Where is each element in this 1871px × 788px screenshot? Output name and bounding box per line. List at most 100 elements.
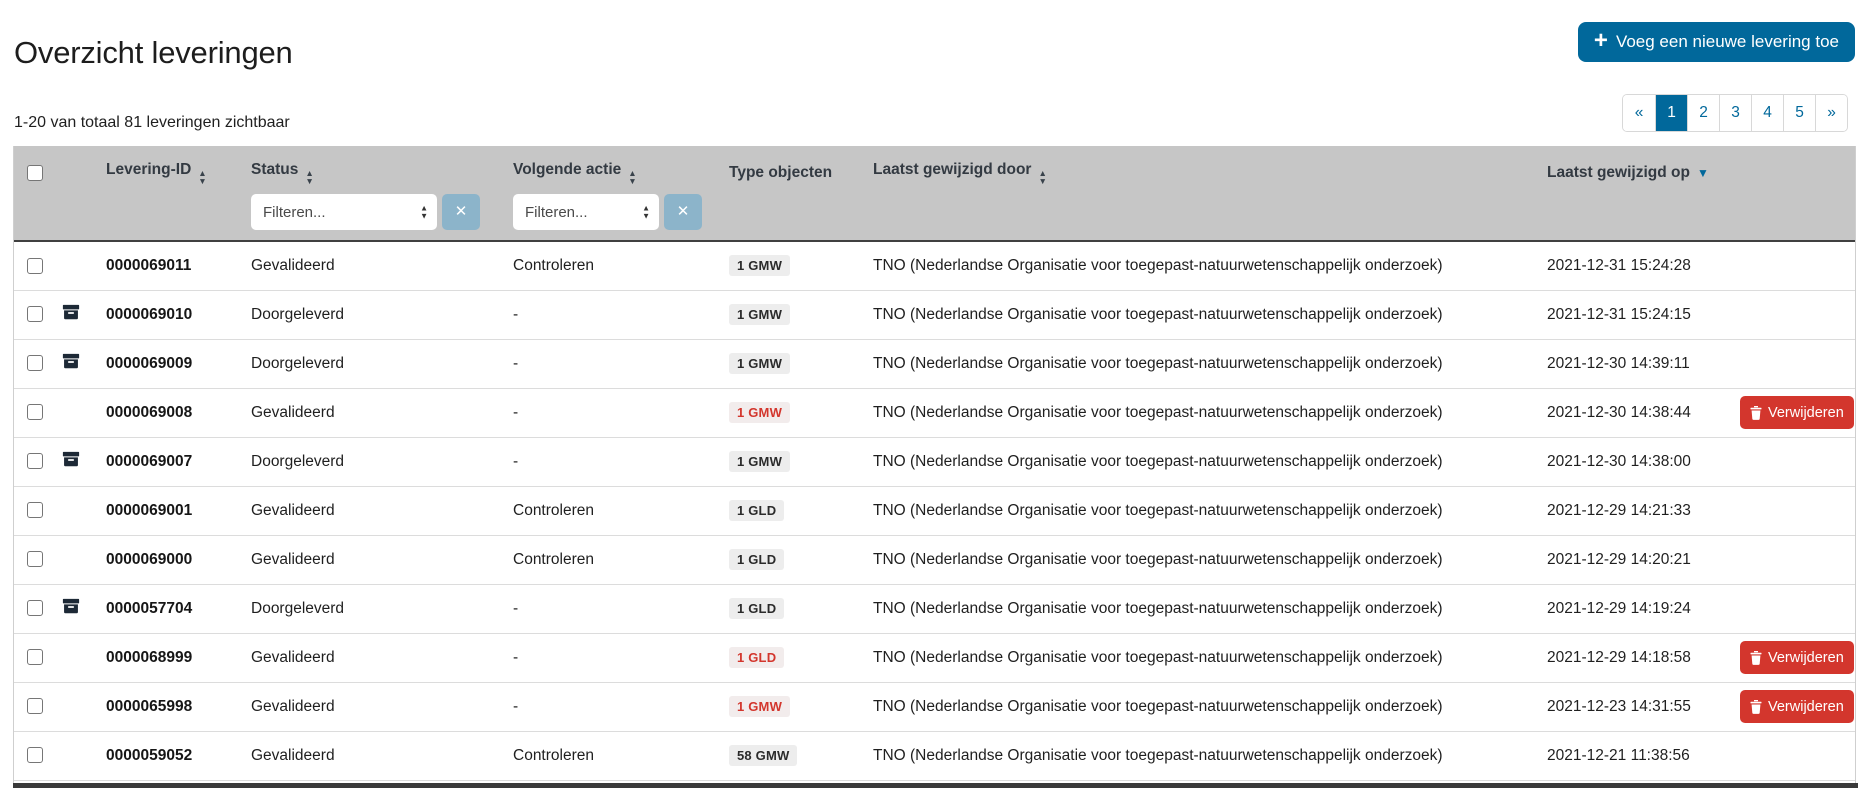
row-checkbox[interactable]: [27, 453, 43, 469]
status-filter-select[interactable]: Filteren...: [251, 194, 437, 230]
table-header: Levering-ID▲▼ Status▲▼ Volgende actie▲▼ …: [14, 146, 1856, 241]
volgende-actie-cell: -: [501, 290, 717, 339]
laatst-gewijzigd-op-cell: 2021-12-31 15:24:15: [1535, 290, 1740, 339]
row-checkbox[interactable]: [27, 747, 43, 763]
table-row: 0000069000 Gevalideerd Controleren 1 GLD…: [14, 535, 1856, 584]
column-type-objecten: Type objecten: [717, 146, 861, 194]
trash-icon: [1750, 406, 1762, 420]
laatst-gewijzigd-op-cell: 2021-12-29 14:18:58: [1535, 633, 1740, 682]
table-body: 0000069011 Gevalideerd Controleren 1 GMW…: [14, 241, 1856, 780]
laatst-gewijzigd-door-cell: TNO (Nederlandse Organisatie voor toegep…: [861, 535, 1535, 584]
pagination-page-3[interactable]: 3: [1719, 95, 1751, 131]
type-objecten-badge: 1 GMW: [729, 451, 790, 472]
levering-id-cell: 0000057704: [94, 584, 239, 633]
pagination-page-1[interactable]: 1: [1655, 95, 1687, 131]
pagination-page-2[interactable]: 2: [1687, 95, 1719, 131]
laatst-gewijzigd-door-cell: TNO (Nederlandse Organisatie voor toegep…: [861, 486, 1535, 535]
volgende-actie-filter-select[interactable]: Filteren...: [513, 194, 659, 230]
laatst-gewijzigd-door-cell: TNO (Nederlandse Organisatie voor toegep…: [861, 633, 1535, 682]
column-laatst-gewijzigd-op[interactable]: Laatst gewijzigd op▼: [1535, 146, 1740, 194]
status-cell: Doorgeleverd: [239, 584, 501, 633]
add-levering-label: Voeg een nieuwe levering toe: [1616, 32, 1839, 52]
volgende-actie-cell: -: [501, 682, 717, 731]
table-row: 0000069001 Gevalideerd Controleren 1 GLD…: [14, 486, 1856, 535]
levering-id-cell: 0000069008: [94, 388, 239, 437]
pagination: «12345»: [1622, 94, 1848, 132]
plus-icon: +: [1594, 29, 1608, 53]
type-objecten-badge: 1 GMW: [729, 353, 790, 374]
pagination-next[interactable]: »: [1815, 95, 1847, 131]
delete-button[interactable]: Verwijderen: [1740, 396, 1854, 429]
laatst-gewijzigd-op-cell: 2021-12-23 14:31:55: [1535, 682, 1740, 731]
row-checkbox[interactable]: [27, 698, 43, 714]
levering-id-cell: 0000069010: [94, 290, 239, 339]
row-checkbox[interactable]: [27, 649, 43, 665]
table-row: 0000057704 Doorgeleverd - 1 GLD TNO (Ned…: [14, 584, 1856, 633]
archive-box-icon: [62, 451, 80, 467]
status-filter-clear-button[interactable]: ✕: [442, 194, 480, 230]
row-checkbox[interactable]: [27, 502, 43, 518]
up-down-sort-icon: ▲▼: [1038, 169, 1046, 185]
archive-box-icon: [62, 304, 80, 320]
volgende-actie-cell: -: [501, 339, 717, 388]
delete-button[interactable]: Verwijderen: [1740, 690, 1854, 723]
type-objecten-badge: 1 GLD: [729, 549, 784, 570]
column-status[interactable]: Status▲▼: [239, 146, 501, 194]
table-row: 0000069008 Gevalideerd - 1 GMW TNO (Nede…: [14, 388, 1856, 437]
select-all-checkbox[interactable]: [27, 165, 43, 181]
levering-id-cell: 0000059052: [94, 731, 239, 780]
table-row: 0000065998 Gevalideerd - 1 GMW TNO (Nede…: [14, 682, 1856, 731]
status-cell: Gevalideerd: [239, 486, 501, 535]
status-cell: Doorgeleverd: [239, 290, 501, 339]
row-checkbox[interactable]: [27, 306, 43, 322]
laatst-gewijzigd-op-cell: 2021-12-29 14:19:24: [1535, 584, 1740, 633]
pagination-page-5[interactable]: 5: [1783, 95, 1815, 131]
up-down-sort-icon: ▲▼: [198, 169, 206, 185]
pagination-page-4[interactable]: 4: [1751, 95, 1783, 131]
archive-box-icon: [62, 598, 80, 614]
volgende-actie-cell: Controleren: [501, 731, 717, 780]
trash-icon: [1750, 651, 1762, 665]
type-objecten-badge: 1 GMW: [729, 304, 790, 325]
status-cell: Gevalideerd: [239, 388, 501, 437]
results-summary: 1-20 van totaal 81 leveringen zichtbaar: [14, 114, 290, 132]
row-checkbox[interactable]: [27, 355, 43, 371]
laatst-gewijzigd-op-cell: 2021-12-29 14:20:21: [1535, 535, 1740, 584]
levering-id-cell: 0000069007: [94, 437, 239, 486]
trash-icon: [1750, 700, 1762, 714]
volgende-actie-filter-clear-button[interactable]: ✕: [664, 194, 702, 230]
column-laatst-gewijzigd-door[interactable]: Laatst gewijzigd door▲▼: [861, 146, 1535, 194]
column-volgende-actie[interactable]: Volgende actie▲▼: [501, 146, 717, 194]
laatst-gewijzigd-op-cell: 2021-12-21 11:38:56: [1535, 731, 1740, 780]
laatst-gewijzigd-door-cell: TNO (Nederlandse Organisatie voor toegep…: [861, 290, 1535, 339]
levering-id-cell: 0000065998: [94, 682, 239, 731]
pagination-prev[interactable]: «: [1623, 95, 1655, 131]
type-objecten-badge: 1 GMW: [729, 255, 790, 276]
status-cell: Gevalideerd: [239, 535, 501, 584]
laatst-gewijzigd-door-cell: TNO (Nederlandse Organisatie voor toegep…: [861, 731, 1535, 780]
levering-id-cell: 0000069009: [94, 339, 239, 388]
delete-button[interactable]: Verwijderen: [1740, 641, 1854, 674]
volgende-actie-cell: -: [501, 633, 717, 682]
type-objecten-badge: 1 GMW: [729, 402, 790, 423]
type-objecten-badge: 1 GLD: [729, 500, 784, 521]
add-levering-button[interactable]: + Voeg een nieuwe levering toe: [1578, 22, 1855, 62]
column-levering-id[interactable]: Levering-ID▲▼: [94, 146, 239, 194]
page-title: Overzicht leveringen: [14, 35, 293, 71]
levering-id-cell: 0000069001: [94, 486, 239, 535]
overzicht-leveringen-page: Overzicht leveringen + Voeg een nieuwe l…: [0, 0, 1871, 788]
volgende-actie-cell: -: [501, 437, 717, 486]
row-checkbox[interactable]: [27, 551, 43, 567]
laatst-gewijzigd-door-cell: TNO (Nederlandse Organisatie voor toegep…: [861, 682, 1535, 731]
row-checkbox[interactable]: [27, 404, 43, 420]
type-objecten-badge: 58 GMW: [729, 745, 797, 766]
laatst-gewijzigd-op-cell: 2021-12-29 14:21:33: [1535, 486, 1740, 535]
up-down-sort-icon: ▲▼: [305, 169, 313, 185]
laatst-gewijzigd-op-cell: 2021-12-30 14:38:44: [1535, 388, 1740, 437]
table-row: 0000059052 Gevalideerd Controleren 58 GM…: [14, 731, 1856, 780]
status-cell: Gevalideerd: [239, 682, 501, 731]
laatst-gewijzigd-door-cell: TNO (Nederlandse Organisatie voor toegep…: [861, 584, 1535, 633]
table-row: 0000069011 Gevalideerd Controleren 1 GMW…: [14, 241, 1856, 290]
row-checkbox[interactable]: [27, 258, 43, 274]
row-checkbox[interactable]: [27, 600, 43, 616]
